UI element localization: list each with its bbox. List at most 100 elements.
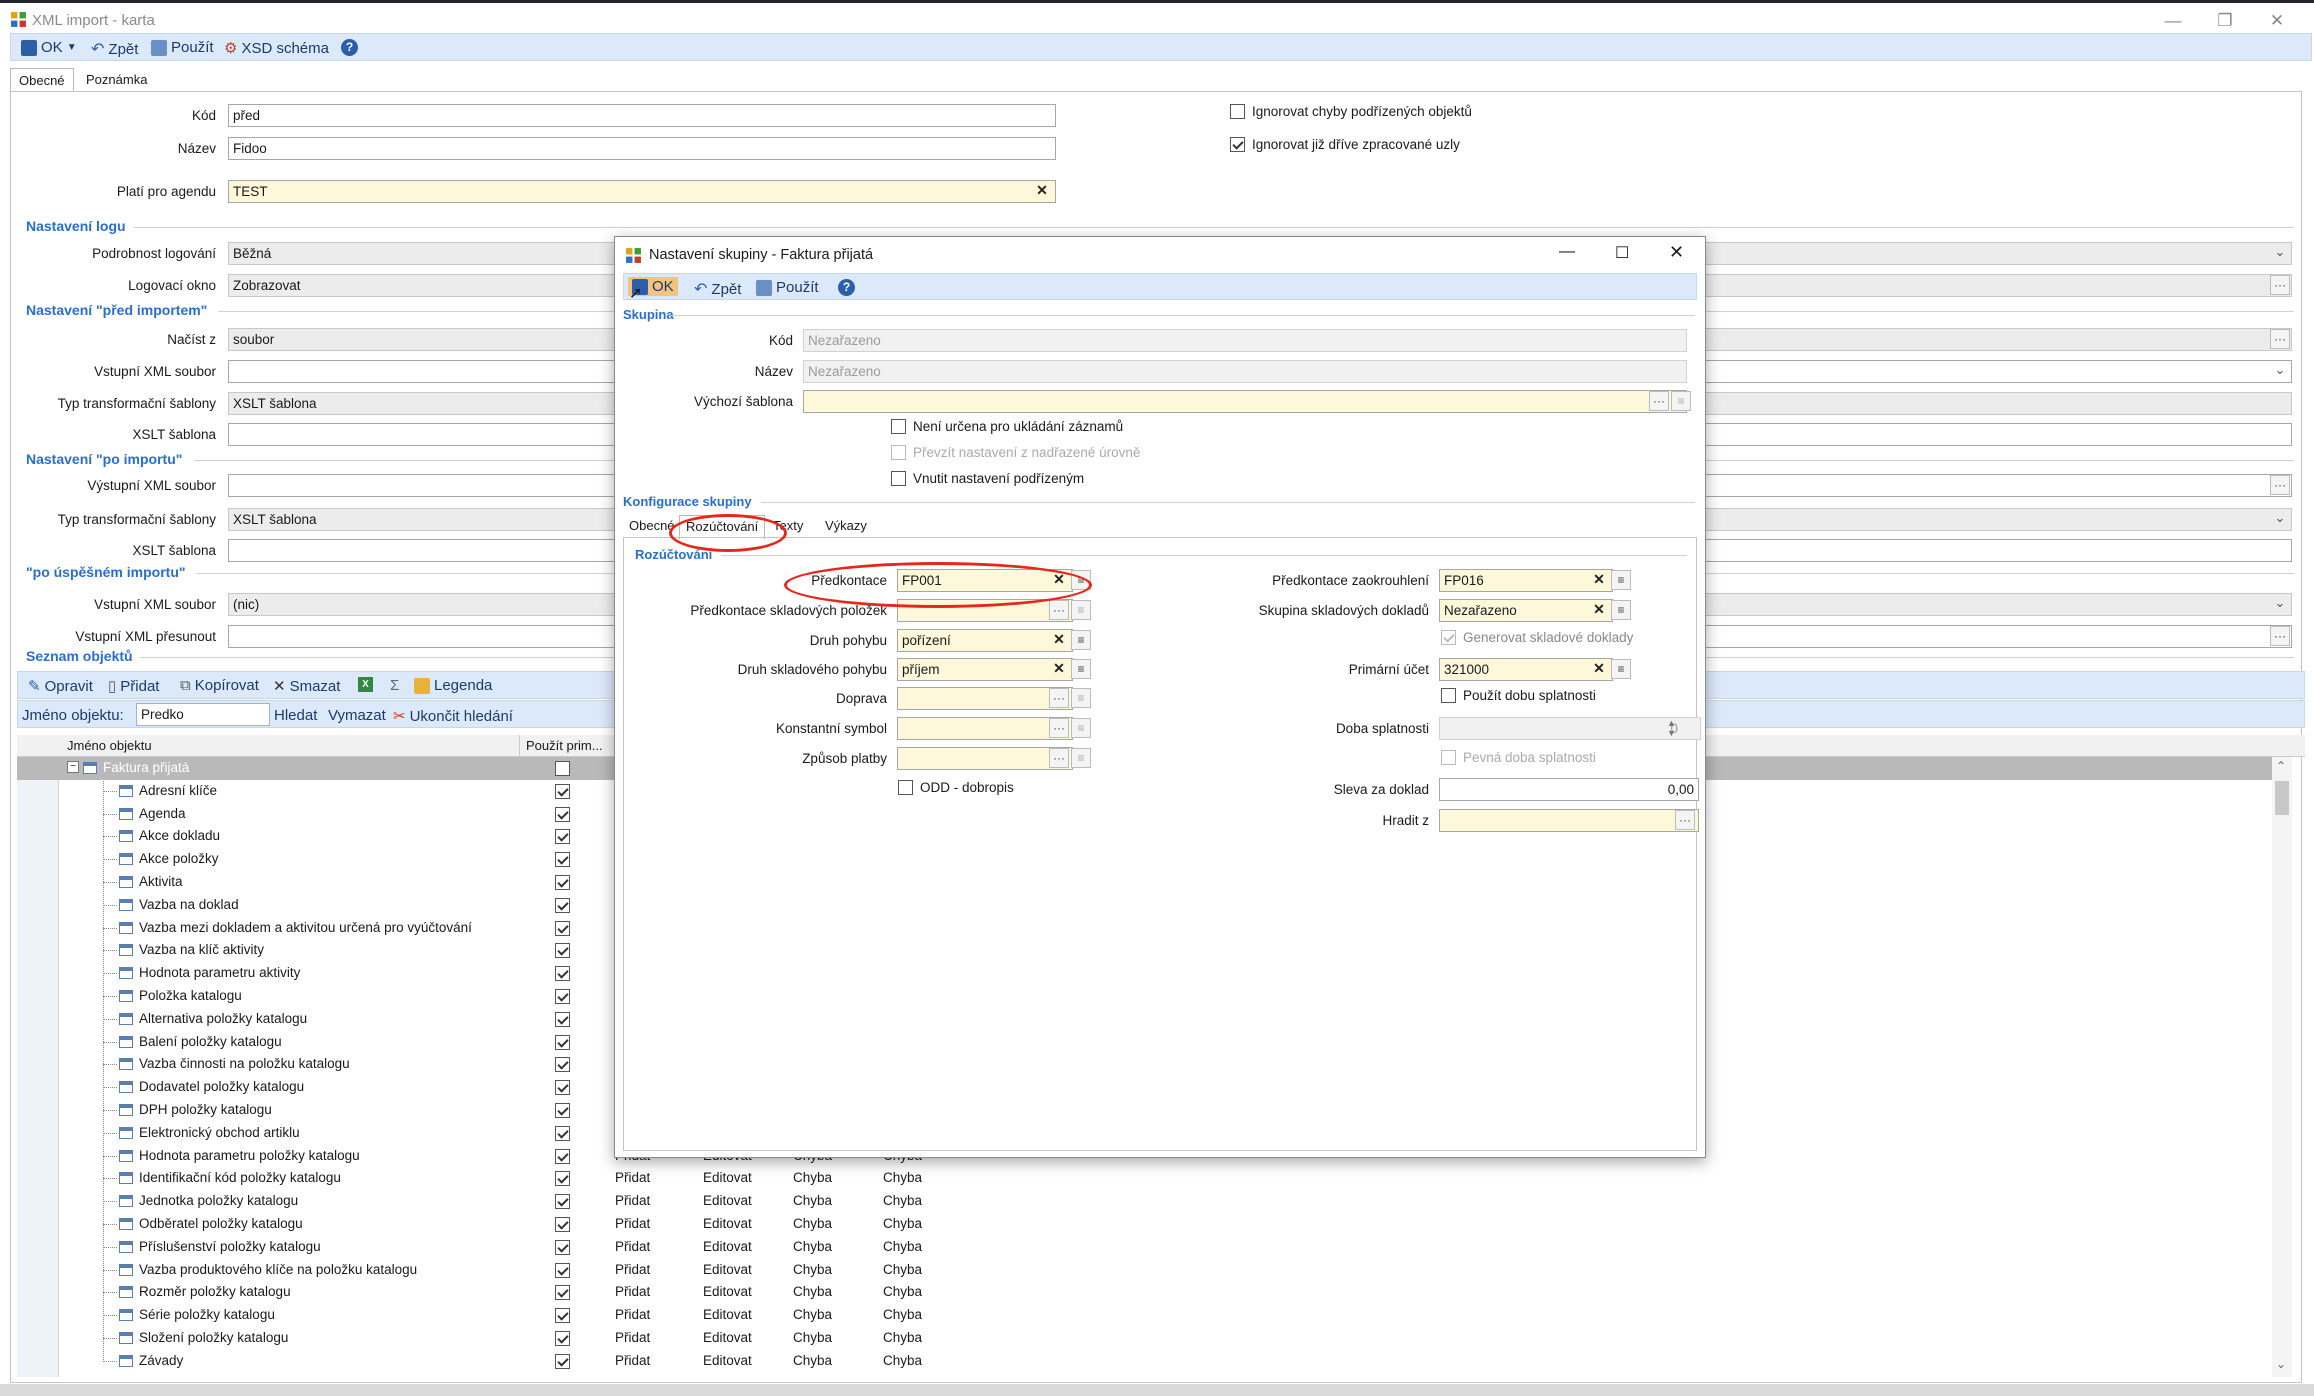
end-search-button[interactable]: ✂ Ukončit hledání <box>393 707 513 726</box>
use-primary-checkbox[interactable] <box>555 1239 570 1255</box>
table-row[interactable]: Rozměr položky katalogu Přidat Editovat Chy… <box>17 1281 2287 1304</box>
use-primary-checkbox[interactable] <box>555 1125 570 1141</box>
chevron-down-icon[interactable]: ⌄ <box>2270 361 2290 381</box>
use-primary-checkbox[interactable] <box>555 1011 570 1027</box>
use-primary-checkbox[interactable] <box>555 1217 570 1232</box>
use-primary-checkbox[interactable] <box>555 1148 570 1164</box>
template-input[interactable] <box>803 390 1687 413</box>
ignore-processed-checkbox[interactable] <box>1230 137 1245 152</box>
use-primary-checkbox[interactable] <box>555 783 570 799</box>
force-children-checkbox[interactable] <box>891 471 906 486</box>
use-primary-checkbox[interactable] <box>555 806 570 822</box>
payment-method-input[interactable] <box>897 747 1073 770</box>
transport-input[interactable] <box>897 687 1073 710</box>
ellipsis-icon[interactable]: ··· <box>1049 718 1069 738</box>
kod-input[interactable]: před <box>228 104 1056 127</box>
gen-stock-checkbox[interactable] <box>1441 630 1456 645</box>
legend-button[interactable]: Legenda <box>414 677 492 694</box>
clear-icon[interactable]: ✕ <box>1589 659 1609 679</box>
discount-input[interactable]: 0,00 <box>1439 778 1699 801</box>
add-button[interactable]: ▯ Přidat <box>108 677 159 696</box>
primary-account-input[interactable]: 321000 <box>1439 658 1613 681</box>
scroll-down-icon[interactable]: ⌄ <box>2276 1357 2286 1371</box>
due-period-input[interactable]: 0 <box>1439 717 1701 740</box>
chevron-down-icon[interactable]: ⌄ <box>2270 243 2290 263</box>
excel-button[interactable]: X <box>358 677 373 692</box>
use-primary-checkbox[interactable] <box>555 761 570 776</box>
detail-icon[interactable]: ≡ <box>1071 748 1091 768</box>
detail-icon[interactable]: ≡ <box>1611 570 1631 590</box>
movement-type-input[interactable]: pořízení <box>897 629 1073 652</box>
inherit-checkbox[interactable] <box>891 445 906 460</box>
nazev-input[interactable]: Fidoo <box>228 137 1056 160</box>
detail-icon[interactable]: ≡ <box>1611 659 1631 679</box>
detail-icon[interactable]: ≡ <box>1071 600 1091 620</box>
collapse-icon[interactable]: − <box>67 761 79 773</box>
dlg-kod-input[interactable]: Nezařazeno <box>803 329 1687 352</box>
fixed-due-checkbox[interactable] <box>1441 750 1456 765</box>
use-primary-checkbox[interactable] <box>555 875 570 890</box>
pk-rounding-input[interactable]: FP016 <box>1439 569 1613 592</box>
agenda-input[interactable]: TEST <box>228 180 1056 203</box>
use-primary-checkbox[interactable] <box>555 1308 570 1324</box>
detail-icon[interactable]: ≡ <box>1071 718 1091 738</box>
col-use-header[interactable]: Použít prim... <box>526 738 603 753</box>
use-primary-checkbox[interactable] <box>555 1285 570 1301</box>
delete-button[interactable]: ✕ Smazat <box>273 677 340 696</box>
use-primary-checkbox[interactable] <box>555 897 570 913</box>
ellipsis-icon[interactable]: ··· <box>2270 275 2290 295</box>
dlg-nazev-input[interactable]: Nezařazeno <box>803 360 1687 383</box>
clear-icon[interactable]: ✕ <box>1049 659 1069 679</box>
help-button[interactable]: ? <box>341 39 358 56</box>
clear-icon[interactable]: ✕ <box>1589 570 1609 590</box>
use-primary-checkbox[interactable] <box>555 852 570 868</box>
ellipsis-icon[interactable]: ··· <box>2270 475 2290 495</box>
use-primary-checkbox[interactable] <box>555 1080 570 1096</box>
ellipsis-icon[interactable]: ··· <box>1675 810 1695 830</box>
detail-icon[interactable]: ≡ <box>1671 391 1691 411</box>
ellipsis-icon[interactable]: ··· <box>1049 600 1069 620</box>
use-primary-checkbox[interactable] <box>555 966 570 982</box>
use-primary-checkbox[interactable] <box>555 1171 570 1187</box>
col-name-header[interactable]: Jméno objektu <box>67 738 152 753</box>
use-primary-checkbox[interactable] <box>555 1034 570 1050</box>
table-row[interactable]: Série položky katalogu Přidat Editovat Chyb… <box>17 1304 2287 1327</box>
dialog-maximize-button[interactable]: ☐ <box>1615 243 1629 263</box>
detail-icon[interactable]: ≡ <box>1611 600 1631 620</box>
clear-button[interactable]: Vymazat <box>328 707 386 724</box>
odd-checkbox[interactable] <box>898 780 913 795</box>
detail-icon[interactable]: ≡ <box>1071 688 1091 708</box>
tab-general[interactable]: Obecné <box>10 68 74 92</box>
ellipsis-icon[interactable]: ··· <box>2270 329 2290 349</box>
minimize-button[interactable]: — <box>2148 9 2198 33</box>
copy-button[interactable]: ⧉ Kopírovat <box>180 677 259 694</box>
use-primary-checkbox[interactable] <box>555 943 570 959</box>
table-row[interactable]: Odběratel položky katalogu Přidat Editovat… <box>17 1213 2287 1236</box>
const-symbol-input[interactable] <box>897 717 1073 740</box>
detail-icon[interactable]: ≡ <box>1071 630 1091 650</box>
edit-button[interactable]: ✎ Opravit <box>28 677 93 696</box>
use-primary-checkbox[interactable] <box>555 1353 570 1369</box>
ellipsis-icon[interactable]: ··· <box>1049 688 1069 708</box>
use-primary-checkbox[interactable] <box>555 1331 570 1346</box>
spin-icon[interactable]: ▲ ▼ <box>1667 718 1676 738</box>
use-primary-checkbox[interactable] <box>555 1262 570 1278</box>
not-for-saving-checkbox[interactable] <box>891 419 906 434</box>
clear-agenda-icon[interactable]: ✕ <box>1032 181 1052 201</box>
close-button[interactable]: ✕ <box>2252 9 2302 33</box>
ok-button[interactable]: OK ▼ <box>21 39 77 56</box>
chevron-down-icon[interactable]: ⌄ <box>2270 509 2290 529</box>
restore-button[interactable]: ❐ <box>2200 9 2250 33</box>
dlg-tab-reports[interactable]: Výkazy <box>819 515 873 539</box>
vertical-scrollbar[interactable]: ⌃ ⌄ <box>2272 757 2292 1377</box>
xsd-schema-button[interactable]: ⚙ XSD schéma <box>224 39 329 58</box>
sum-button[interactable]: Σ <box>390 677 399 694</box>
table-row[interactable]: Složení položky katalogu Přidat Editovat Ch… <box>17 1327 2287 1350</box>
table-row[interactable]: Identifikační kód položky katalogu Přidat… <box>17 1167 2287 1190</box>
scroll-thumb[interactable] <box>2275 781 2289 815</box>
tab-note[interactable]: Poznámka <box>78 68 155 92</box>
dialog-close-button[interactable]: ✕ <box>1669 242 1684 263</box>
chevron-down-icon[interactable]: ⌄ <box>2270 594 2290 614</box>
dialog-apply-button[interactable]: Použít <box>756 279 819 296</box>
use-due-checkbox[interactable] <box>1441 688 1456 703</box>
